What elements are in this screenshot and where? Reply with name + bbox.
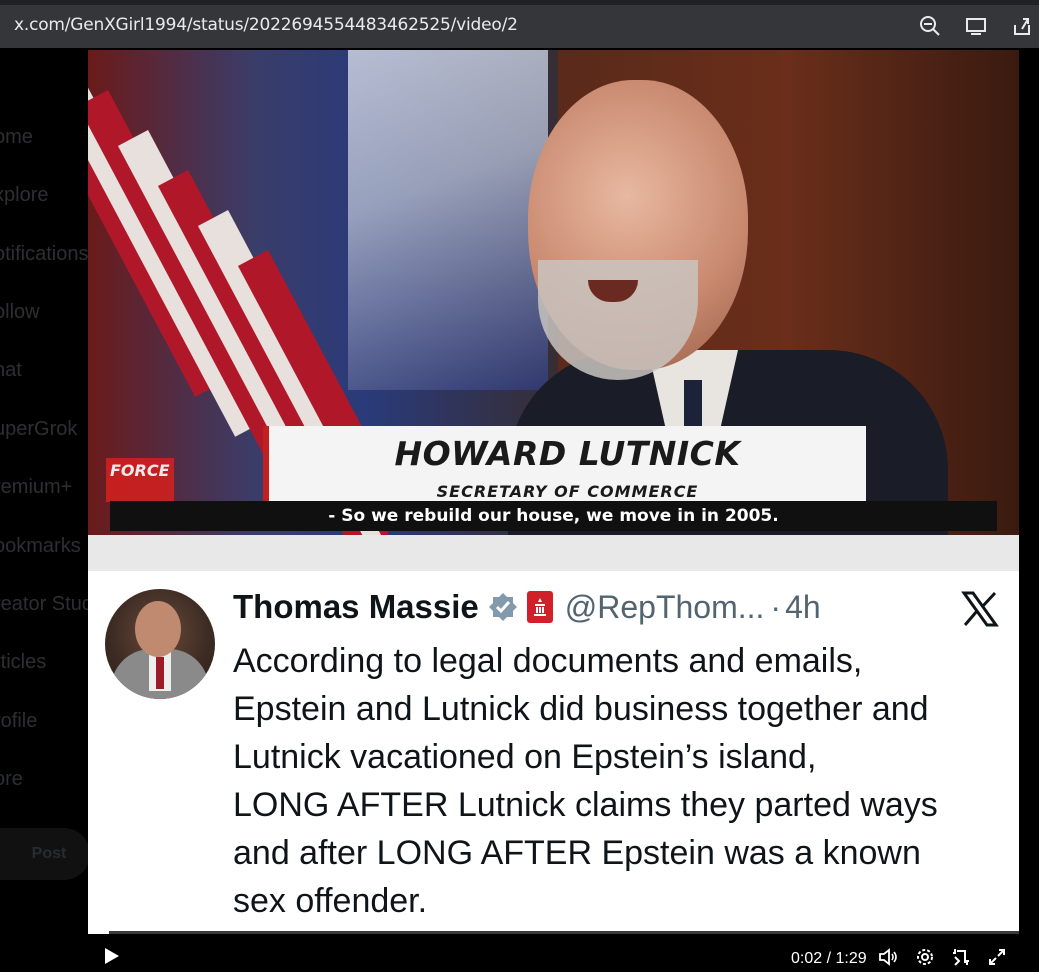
sidebar-item-explore[interactable]: xplore	[0, 184, 48, 207]
video-controls: 0:02 / 1:29	[88, 931, 1019, 972]
tweet-author: Thomas Massie	[233, 588, 479, 625]
sidebar-item-follow[interactable]: ollow	[0, 301, 40, 324]
sidebar-item-articles[interactable]: rticles	[0, 651, 46, 674]
sidebar-item-premium[interactable]: remium+	[0, 476, 72, 499]
tweet-line: LONG AFTER Lutnick claims they parted wa…	[233, 786, 938, 824]
subtitle-text: - So we rebuild our house, we move in in…	[328, 506, 779, 526]
video-player[interactable]: FORCE HOWARD LUTNICK SECRETARY OF COMMER…	[88, 50, 1019, 972]
lower-third-name: HOWARD LUTNICK	[394, 434, 741, 473]
tweet-header: Thomas Massie @RepThom... · 4h	[233, 588, 821, 626]
sidebar-item-supergrok[interactable]: uperGrok	[0, 418, 77, 441]
verified-badge-icon	[487, 591, 519, 623]
lower-third-title: SECRETARY OF COMMERCE	[436, 482, 699, 501]
tweet-card: Thomas Massie @RepThom... · 4h According…	[88, 571, 1019, 931]
tweet-dot: ·	[770, 588, 782, 625]
tweet-line: Epstein and Lutnick did business togethe…	[233, 690, 929, 728]
x-logo-icon	[960, 589, 1000, 629]
fullscreen-icon[interactable]	[985, 945, 1009, 969]
settings-gear-icon[interactable]	[913, 945, 937, 969]
sidebar-item-creator-studio[interactable]: reator Stud	[0, 593, 90, 616]
lower-third: HOWARD LUTNICK SECRETARY OF COMMERCE	[263, 426, 866, 501]
channel-logo: FORCE	[106, 458, 174, 502]
progress-bar[interactable]	[88, 931, 1019, 934]
tweet-line: and after LONG AFTER Epstein was a known	[233, 834, 921, 872]
sidebar-item-chat[interactable]: hat	[0, 359, 22, 382]
government-affiliation-icon	[526, 591, 553, 623]
avatar	[105, 589, 215, 699]
tweet-handle: @RepThom...	[564, 588, 765, 625]
sidebar-item-bookmarks[interactable]: ookmarks	[0, 535, 81, 558]
post-button[interactable]: Post	[0, 828, 90, 880]
sidebar-item-notifications[interactable]: otifications	[0, 243, 89, 266]
zoom-icon[interactable]	[917, 13, 943, 39]
tweet-line: sex offender.	[233, 882, 428, 920]
subtitle-bar: - So we rebuild our house, we move in in…	[110, 501, 997, 531]
share-icon[interactable]	[1009, 13, 1035, 39]
progress-fill	[88, 931, 110, 934]
sidebar-item-profile[interactable]: rofile	[0, 710, 37, 733]
video-time: 0:02 / 1:29	[791, 950, 867, 967]
tweet-line: According to legal documents and emails,	[233, 642, 863, 680]
sidebar-item-home[interactable]: ome	[0, 126, 33, 149]
install-app-icon[interactable]	[963, 13, 989, 39]
tweet-line: Lutnick vacationed on Epstein’s island,	[233, 738, 817, 776]
browser-address-bar: x.com/GenXGirl1994/status/20226945544834…	[0, 0, 1039, 48]
volume-icon[interactable]	[876, 945, 900, 969]
play-icon[interactable]	[102, 946, 122, 966]
background-right-column	[1018, 48, 1039, 972]
picture-in-picture-icon[interactable]	[949, 945, 973, 969]
url-text[interactable]: x.com/GenXGirl1994/status/20226945544834…	[14, 15, 518, 35]
tweet-time: 4h	[785, 588, 821, 625]
background-sidebar: ome xplore otifications ollow hat uperGr…	[0, 48, 90, 972]
tweet-body: According to legal documents and emails,…	[233, 637, 1013, 925]
sidebar-item-more[interactable]: ore	[0, 768, 23, 791]
video-frame: FORCE HOWARD LUTNICK SECRETARY OF COMMER…	[88, 50, 1019, 570]
